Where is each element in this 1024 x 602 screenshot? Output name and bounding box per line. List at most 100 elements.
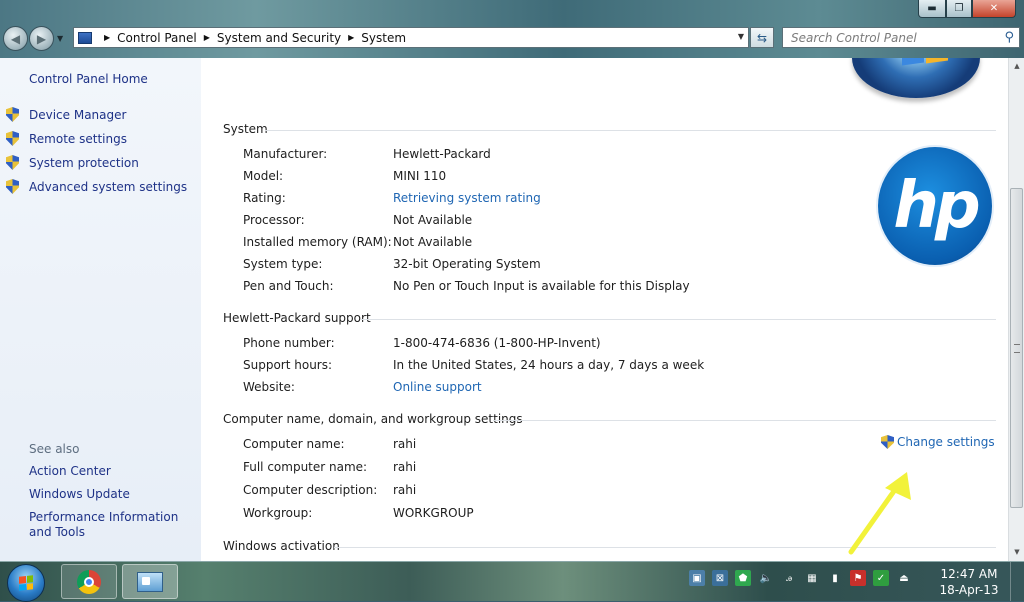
uac-shield-icon	[6, 107, 19, 122]
processor-label: Processor:	[243, 213, 305, 227]
vertical-scrollbar[interactable]: ▲ ▼	[1008, 58, 1024, 561]
pen-and-touch-label: Pen and Touch:	[243, 279, 334, 293]
hp-logo: hp	[878, 147, 992, 265]
breadcrumb-system[interactable]: System	[361, 31, 406, 45]
navigation-buttons: ◀ ▶ ▼	[3, 26, 63, 51]
taskbar-chrome[interactable]	[61, 564, 117, 599]
network-icon[interactable]: ▦	[804, 570, 820, 586]
system-section-title: System	[223, 122, 268, 136]
device-manager-link[interactable]: Device Manager	[6, 107, 126, 122]
window-titlebar: ▬ ❐ ✕ ◀ ▶ ▼ ▶ Control Panel ▶ System and…	[0, 0, 1024, 58]
tray-app-icon[interactable]: ▣	[689, 570, 705, 586]
workgroup-value: WORKGROUP	[393, 506, 474, 520]
computer-name-label: Computer name:	[243, 437, 345, 451]
security-shield-icon[interactable]: ⬟	[735, 570, 751, 586]
window-controls: ▬ ❐ ✕	[918, 0, 1016, 18]
uac-shield-icon	[881, 435, 894, 449]
system-type-value: 32-bit Operating System	[393, 257, 541, 271]
windows-activation-section-title: Windows activation	[223, 539, 340, 553]
taskbar: ▣ ⊠ ⬟ 🔈 ꭿ ▦ ▮ ⚑ ✓ ⏏ 12:47 AM 18-Apr-13	[0, 561, 1024, 602]
rating-label: Rating:	[243, 191, 286, 205]
clock-time: 12:47 AM	[940, 567, 998, 581]
installed-memory-value: Not Available	[393, 235, 473, 249]
performance-information-link[interactable]: Performance Information and Tools	[29, 510, 194, 540]
chevron-right-icon[interactable]: ▶	[204, 33, 210, 42]
address-bar[interactable]: ▶ Control Panel ▶ System and Security ▶ …	[73, 27, 749, 48]
control-panel-icon	[78, 31, 92, 44]
breadcrumb-control-panel[interactable]: Control Panel	[117, 31, 197, 45]
change-settings-link[interactable]: Change settings	[881, 435, 995, 449]
windows-logo-icon	[852, 58, 980, 98]
scroll-up-button[interactable]: ▲	[1010, 58, 1024, 74]
taskbar-control-panel[interactable]	[122, 564, 178, 599]
computer-description-value: rahi	[393, 483, 417, 497]
start-button[interactable]	[7, 564, 45, 602]
system-rating-link[interactable]: Retrieving system rating	[393, 191, 541, 205]
system-protection-link[interactable]: System protection	[6, 155, 139, 170]
hp-logo-text: hp	[893, 169, 980, 243]
support-hours-label: Support hours:	[243, 358, 333, 372]
advanced-system-settings-label: Advanced system settings	[29, 179, 188, 194]
processor-value: Not Available	[393, 213, 473, 227]
search-icon[interactable]: ⚲	[1004, 30, 1014, 45]
volume-icon[interactable]: 🔈	[758, 570, 774, 586]
scroll-down-button[interactable]: ▼	[1010, 544, 1024, 560]
scrollbar-grip-icon	[1014, 344, 1020, 353]
windows-flag-icon	[19, 575, 33, 591]
battery-icon[interactable]: ▮	[827, 570, 843, 586]
control-panel-home-link[interactable]: Control Panel Home	[29, 72, 148, 86]
refresh-button[interactable]: ⇆	[750, 27, 774, 48]
action-center-flag-icon[interactable]: ⚑	[850, 570, 866, 586]
online-support-link[interactable]: Online support	[393, 380, 482, 394]
change-settings-label: Change settings	[897, 435, 995, 449]
support-section-title: Hewlett-Packard support	[223, 311, 371, 325]
action-center-link[interactable]: Action Center	[29, 464, 194, 479]
address-dropdown-icon[interactable]: ▼	[738, 32, 744, 41]
remote-settings-label: Remote settings	[29, 131, 127, 146]
uac-shield-icon	[6, 179, 19, 194]
full-computer-name-label: Full computer name:	[243, 460, 368, 474]
control-panel-window-icon	[137, 571, 163, 592]
show-desktop-button[interactable]	[1010, 562, 1024, 601]
see-also-heading: See also	[29, 442, 80, 456]
computer-name-value: rahi	[393, 437, 417, 451]
left-navigation-pane: Control Panel Home Device Manager Remote…	[0, 58, 201, 561]
system-protection-label: System protection	[29, 155, 139, 170]
breadcrumb-system-and-security[interactable]: System and Security	[217, 31, 341, 45]
checkmark-icon[interactable]: ✓	[873, 570, 889, 586]
search-input[interactable]	[789, 29, 993, 46]
recent-pages-dropdown-icon[interactable]: ▼	[57, 34, 63, 43]
maximize-button[interactable]: ❐	[946, 0, 972, 18]
phone-number-label: Phone number:	[243, 336, 335, 350]
language-icon[interactable]: ꭿ	[781, 570, 797, 586]
tray-app-icon[interactable]: ⊠	[712, 570, 728, 586]
minimize-button[interactable]: ▬	[918, 0, 946, 18]
chevron-right-icon[interactable]: ▶	[104, 33, 110, 42]
model-label: Model:	[243, 169, 284, 183]
pen-and-touch-value: No Pen or Touch Input is available for t…	[393, 279, 690, 293]
uac-shield-icon	[6, 131, 19, 146]
computer-description-label: Computer description:	[243, 483, 378, 497]
chevron-right-icon[interactable]: ▶	[348, 33, 354, 42]
scrollbar-thumb[interactable]	[1010, 188, 1023, 508]
remote-settings-link[interactable]: Remote settings	[6, 131, 127, 146]
back-arrow-icon: ◀	[10, 31, 21, 46]
close-button[interactable]: ✕	[972, 0, 1016, 18]
windows-update-link[interactable]: Windows Update	[29, 487, 194, 502]
model-value: MINI 110	[393, 169, 447, 183]
device-manager-label: Device Manager	[29, 107, 127, 122]
section-divider	[265, 130, 996, 131]
section-divider	[493, 420, 996, 421]
manufacturer-label: Manufacturer:	[243, 147, 328, 161]
forward-arrow-icon: ▶	[36, 31, 47, 46]
installed-memory-label: Installed memory (RAM):	[243, 235, 392, 249]
system-tray: ▣ ⊠ ⬟ 🔈 ꭿ ▦ ▮ ⚑ ✓ ⏏	[689, 570, 919, 586]
advanced-system-settings-link[interactable]: Advanced system settings	[6, 179, 187, 194]
safely-remove-hardware-icon[interactable]: ⏏	[896, 570, 912, 586]
forward-button[interactable]: ▶	[29, 26, 54, 51]
taskbar-clock[interactable]: 12:47 AM 18-Apr-13	[936, 566, 1002, 598]
clock-date: 18-Apr-13	[939, 583, 999, 597]
system-details-pane: System Manufacturer: Hewlett-Packard Mod…	[201, 58, 1008, 561]
back-button[interactable]: ◀	[3, 26, 28, 51]
search-box: ⚲	[782, 27, 1020, 48]
